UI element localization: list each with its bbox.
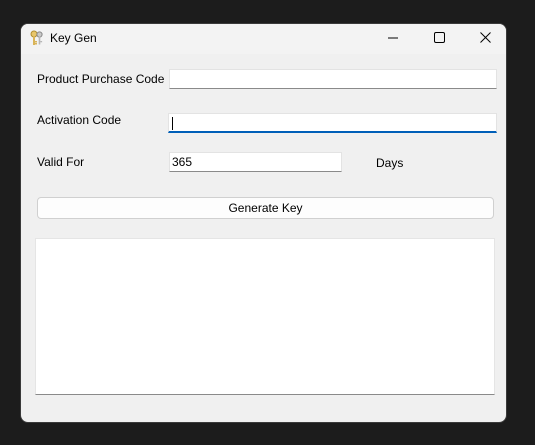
- product-code-label: Product Purchase Code: [37, 72, 165, 86]
- close-button[interactable]: [462, 24, 506, 54]
- valid-for-label: Valid For: [37, 155, 85, 169]
- text-caret: [172, 117, 173, 130]
- days-label: Days: [376, 156, 404, 170]
- window-title: Key Gen: [50, 31, 97, 45]
- product-code-input[interactable]: [169, 69, 497, 89]
- generate-key-label: Generate Key: [228, 201, 303, 215]
- keys-icon: [29, 30, 45, 46]
- activation-code-label: Activation Code: [37, 113, 122, 127]
- keygen-window: Key Gen Product Purchase Code Activation…: [20, 23, 507, 423]
- maximize-button[interactable]: [416, 24, 462, 54]
- key-output-textarea[interactable]: [35, 238, 495, 395]
- minimize-icon: [388, 30, 398, 48]
- generate-key-button[interactable]: Generate Key: [37, 197, 494, 219]
- close-icon: [479, 30, 491, 48]
- activation-code-input[interactable]: [168, 113, 497, 133]
- title-bar[interactable]: Key Gen: [21, 24, 506, 54]
- minimize-button[interactable]: [370, 24, 416, 54]
- valid-for-input[interactable]: [169, 152, 342, 172]
- maximize-icon: [433, 30, 445, 48]
